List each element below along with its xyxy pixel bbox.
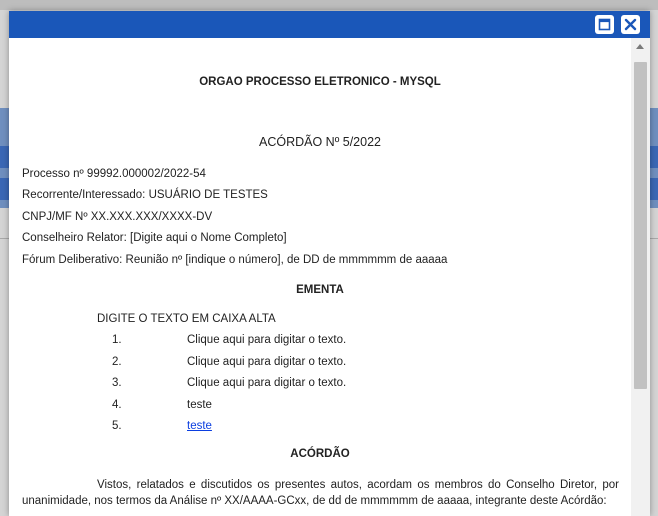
cnpj: CNPJ/MF Nº XX.XXX.XXX/XXXX-DV: [22, 211, 213, 223]
rapporteur: Conselheiro Relator: [Digite aqui o Nome…: [22, 232, 287, 244]
scroll-up-arrow-icon[interactable]: [636, 44, 644, 49]
ementa-intro: DIGITE O TEXTO EM CAIXA ALTA: [97, 313, 276, 325]
acordao-title: ACÓRDÃO Nº 5/2022: [259, 135, 381, 149]
background-header: [0, 0, 658, 10]
list-item-text: Clique aqui para digitar o texto.: [187, 356, 347, 368]
modal-titlebar: [9, 11, 650, 38]
maximize-icon: [598, 18, 611, 31]
deliberative-forum: Fórum Deliberativo: Reunião nº [indique …: [22, 254, 448, 266]
document-content[interactable]: ORGAO PROCESSO ELETRONICO - MYSQL ACÓRDÃ…: [9, 38, 631, 516]
appellant: Recorrente/Interessado: USUÁRIO DE TESTE…: [22, 189, 268, 201]
scrollbar-thumb[interactable]: [634, 62, 647, 389]
acordao-paragraph: Vistos, relatados e discutidos os presen…: [22, 479, 619, 507]
acordao-heading: ACÓRDÃO: [290, 448, 350, 460]
list-item-number: 1.: [112, 334, 122, 346]
list-item-number: 5.: [112, 420, 122, 432]
list-item-text: Clique aqui para digitar o texto.: [187, 377, 347, 389]
list-item-number: 3.: [112, 377, 122, 389]
list-item-number: 4.: [112, 399, 122, 411]
maximize-button[interactable]: [595, 15, 614, 34]
document-heading: ORGAO PROCESSO ELETRONICO - MYSQL: [199, 76, 441, 88]
list-item-text: teste: [187, 399, 212, 411]
document-viewer-modal: ORGAO PROCESSO ELETRONICO - MYSQL ACÓRDÃ…: [9, 11, 650, 516]
list-item-text: Clique aqui para digitar o texto.: [187, 334, 347, 346]
list-item-number: 2.: [112, 356, 122, 368]
close-icon: [624, 18, 637, 31]
ementa-heading: EMENTA: [296, 284, 344, 296]
process-number: Processo nº 99992.000002/2022-54: [22, 168, 206, 180]
list-item-link[interactable]: teste: [187, 419, 212, 433]
vertical-scrollbar[interactable]: [631, 38, 650, 516]
close-button[interactable]: [621, 15, 640, 34]
